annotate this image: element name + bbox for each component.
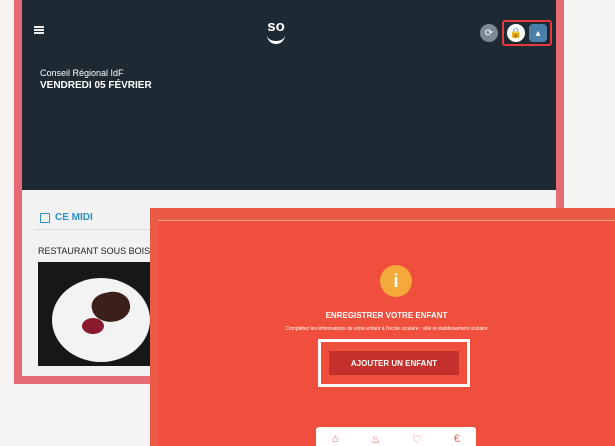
heart-icon[interactable]: ♡ (412, 433, 422, 446)
lock-icon[interactable]: 🔒 (507, 24, 525, 42)
restaurant-name: RESTAURANT SOUS BOIS VO (38, 246, 166, 256)
bottom-nav: ⌂ ♨ ♡ € (316, 427, 476, 446)
info-icon: i (380, 265, 412, 297)
app-logo: so (263, 19, 289, 44)
organization-name: Conseil Régional IdF (40, 68, 124, 78)
highlighted-actions: 🔒 ▴ (502, 20, 552, 46)
app-header: so ⟳ 🔒 ▴ Conseil Régional IdF VENDREDI 0… (22, 0, 556, 190)
notification-icon[interactable]: ▴ (529, 24, 547, 42)
add-child-button[interactable]: AJOUTER UN ENFANT (329, 351, 459, 375)
card-description: Complétez les informations de votre enfa… (285, 326, 488, 332)
card-title: ENREGISTRER VOTRE ENFANT (325, 311, 448, 320)
calendar-icon (40, 212, 50, 223)
button-highlight: AJOUTER UN ENFANT (318, 339, 470, 387)
money-icon[interactable]: € (454, 433, 460, 445)
dish-photo[interactable] (38, 262, 164, 366)
dish-category: PLATS (44, 376, 60, 382)
meal-icon[interactable]: ♨ (370, 433, 380, 446)
register-child-card: i ENREGISTRER VOTRE ENFANT Complétez les… (158, 220, 615, 446)
register-child-screen: i ENREGISTRER VOTRE ENFANT Complétez les… (150, 208, 615, 446)
header-actions: ⟳ 🔒 ▴ (480, 20, 552, 46)
menu-icon[interactable] (34, 26, 44, 34)
home-icon[interactable]: ⌂ (332, 433, 339, 445)
sync-icon[interactable]: ⟳ (480, 24, 498, 42)
current-date: VENDREDI 05 FÉVRIER (40, 80, 152, 91)
section-title[interactable]: CE MIDI (40, 212, 93, 223)
